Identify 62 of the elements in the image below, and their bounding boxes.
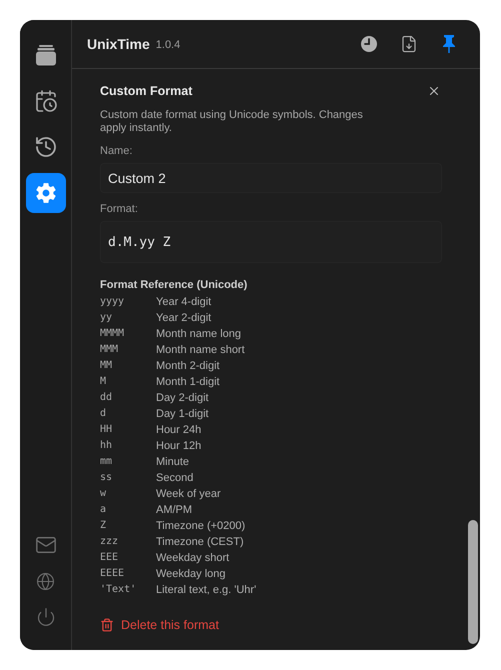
field-label: Format: [100,203,139,215]
pin-icon [441,34,457,54]
panel-title: Custom Format [100,84,192,98]
format-symbol: mm [100,455,114,469]
clock-icon [360,35,378,53]
symbol-description: Month 1-digit [156,375,221,390]
symbol-description: Minute [156,455,190,470]
delete-button[interactable]: Delete this format [100,618,219,632]
mail-icon [34,534,56,556]
name-field[interactable]: Custom 2 [100,163,442,193]
symbol-description: Year 4-digit [156,295,212,310]
format-symbol: dd [100,391,114,405]
format-symbol: EEE [100,551,120,565]
symbol-description: Month 2-digit [156,359,221,374]
symbol-description: Weekday long [156,567,227,582]
format-symbol: d [100,407,108,421]
stack-icon [34,44,56,66]
file-download-icon [400,35,418,53]
format-field[interactable]: d.M.yy Z [100,221,442,263]
format-symbol: zzz [100,535,120,549]
symbol-description: Timezone (CEST) [156,535,245,550]
app-title: UnixTime [87,36,150,52]
format-symbol: MM [100,359,114,373]
symbol-description: Hour 24h [156,423,202,438]
format-symbol: MMM [100,343,120,357]
calendar-clock-icon [34,89,58,113]
format-symbol: yy [100,311,114,325]
trash-icon [100,618,114,632]
symbol-description: Second [156,471,194,486]
symbol-description: AM/PM [156,503,194,518]
app-version: 1.0.4 [156,38,180,50]
format-symbol: hh [100,439,114,453]
symbol-description: Hour 12h [156,439,202,454]
format-symbol: HH [100,423,114,437]
field-label: Name: [100,145,134,157]
format-symbol: Z [100,519,108,533]
format-symbol: w [100,487,108,501]
symbol-description: Month name short [156,343,246,358]
format-symbol: ss [100,471,114,485]
history-icon [34,135,58,159]
settings-icon [34,182,56,204]
format-symbol: a [100,503,108,517]
format-symbol: EEEE [100,567,126,581]
format-symbol: MMMM [100,327,126,341]
reference-title: Format Reference (Unicode) [100,279,248,291]
symbol-description: Year 2-digit [156,311,212,326]
format-symbol: M [100,375,108,389]
symbol-description: Month name long [156,327,242,342]
format-symbol: 'Text' [100,583,138,597]
symbol-description: Weekday short [156,551,230,566]
symbol-description: Day 2-digit [156,391,210,406]
globe-icon [36,572,55,590]
symbol-description: Timezone (+0200) [156,519,246,534]
sidebar-button[interactable] [26,173,66,213]
symbol-description: Day 1-digit [156,407,210,422]
symbol-description: Literal text, e.g. 'Uhr' [156,583,256,598]
symbol-description: Week of year [156,487,222,502]
format-symbol: yyyy [100,295,126,309]
scrollbar-thumb[interactable] [468,520,478,644]
panel-description: Custom date format using Unicode symbols. Changes apply instantly. [100,109,364,135]
close-icon [427,84,441,98]
power-icon [36,607,56,627]
